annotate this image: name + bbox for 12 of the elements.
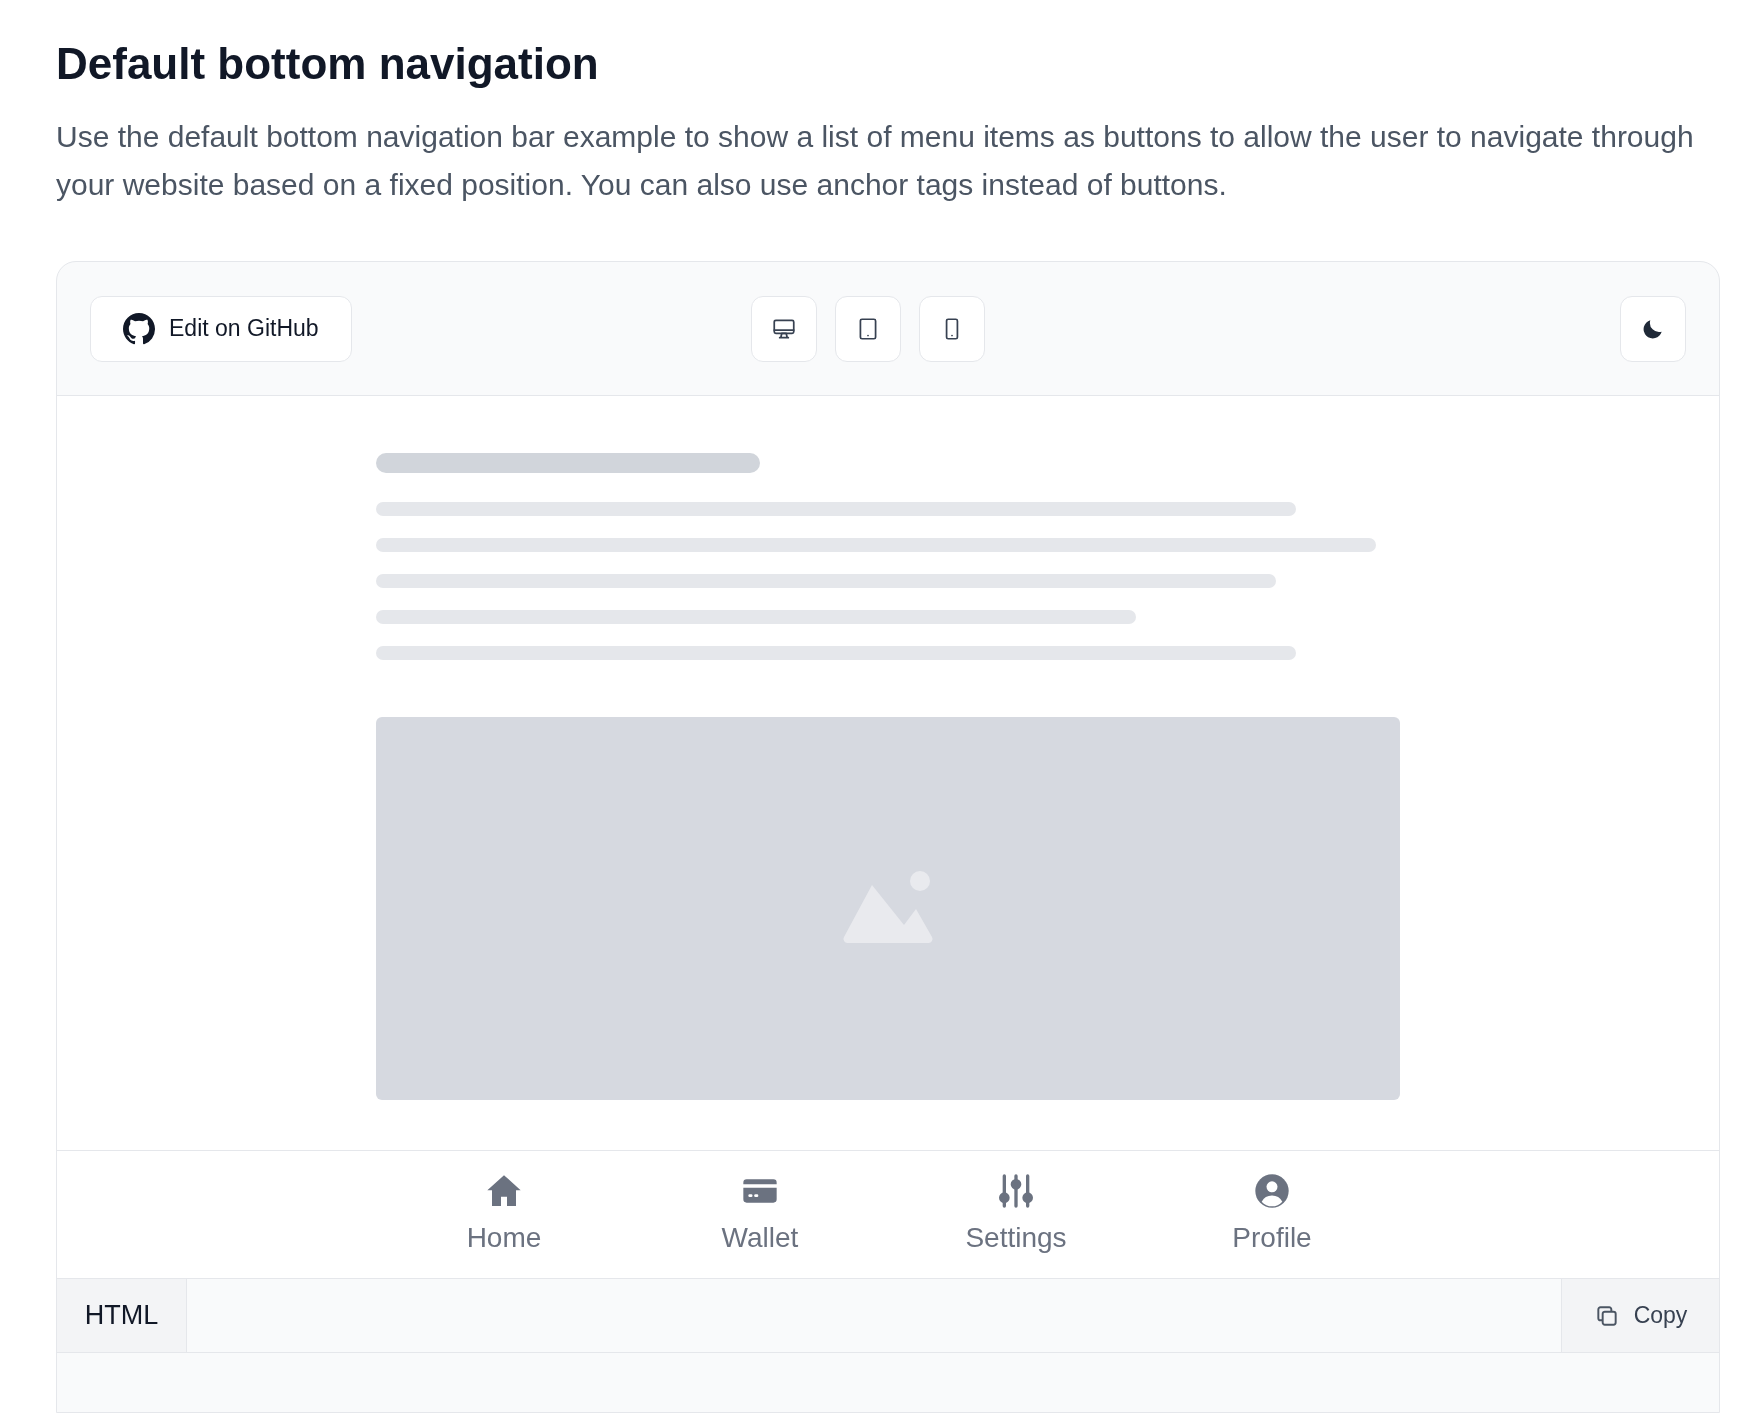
page-heading: Default bottom navigation	[56, 38, 600, 90]
html-tab[interactable]: HTML	[57, 1279, 187, 1352]
nav-button[interactable]: Wallet	[632, 1151, 888, 1278]
nav-button[interactable]: Settings	[888, 1151, 1144, 1278]
github-icon	[123, 312, 155, 345]
description-paragraph: Use the default bottom navigation bar example to show a list of menu items as buttons to allow the user to navigate through your website based on a fixed position. You can also use anchor tags instead of buttons.	[56, 119, 1695, 203]
dark-mode-button[interactable]	[1620, 295, 1686, 362]
device-view-button[interactable]	[750, 295, 817, 362]
nav-button[interactable]: Profile	[1144, 1151, 1400, 1278]
nav-button[interactable]: Home	[376, 1151, 632, 1278]
copy-button[interactable]: Copy	[1561, 1279, 1719, 1352]
edit-on-github-button[interactable]: Edit on GitHub	[90, 295, 352, 362]
